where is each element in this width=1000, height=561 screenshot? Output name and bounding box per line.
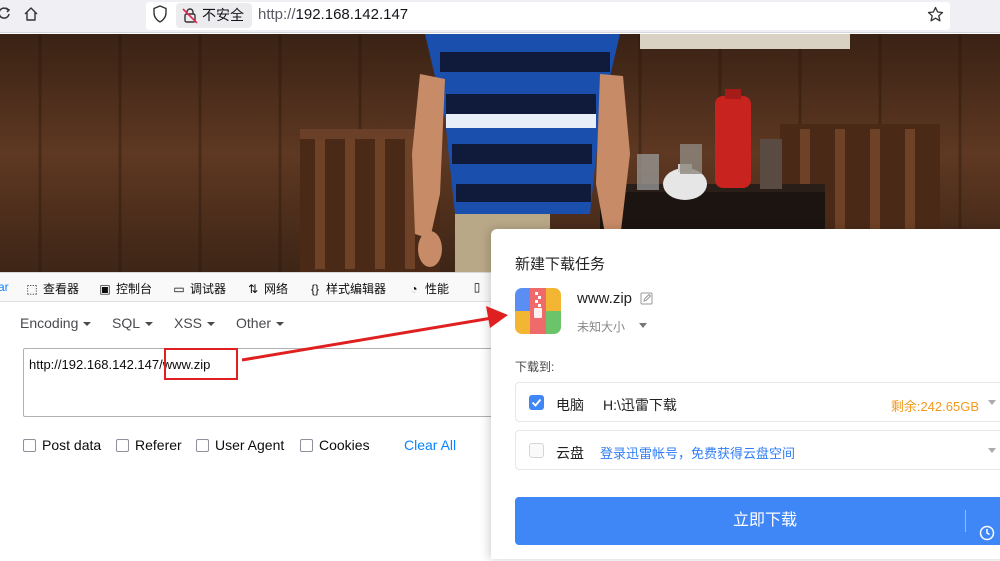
button-divider (965, 510, 966, 532)
tab-label: ar (0, 280, 9, 294)
tab-memory-icon[interactable]: ▯ (470, 280, 488, 294)
sql-menu[interactable]: SQL (112, 315, 154, 331)
performance-icon: ◔ (410, 282, 418, 296)
tab-debugger[interactable]: ▭ 调试器 (172, 280, 226, 297)
menu-label: Other (236, 315, 272, 331)
connection-insecure-button[interactable]: 不安全 (176, 3, 252, 28)
checkbox-box (196, 439, 209, 452)
tab-style-editor[interactable]: {} 样式编辑器 (308, 280, 386, 297)
chevron-down-icon[interactable] (988, 400, 996, 405)
encoding-menu[interactable]: Encoding (20, 315, 92, 331)
url-text[interactable]: http://192.168.142.147 (258, 6, 408, 23)
clear-all-button[interactable]: Clear All (404, 437, 456, 453)
location-name: 电脑 (556, 397, 584, 413)
location-path: H:\迅雷下载 (603, 397, 677, 413)
checkbox-label: User Agent (215, 437, 285, 453)
shield-icon[interactable] (150, 5, 170, 25)
user-agent-checkbox[interactable]: User Agent (196, 437, 284, 453)
browser-toolbar: 不安全 http://192.168.142.147 (0, 0, 1000, 33)
edit-pencil-icon[interactable] (640, 292, 653, 310)
tab-label: 控制台 (116, 282, 153, 296)
xss-menu[interactable]: XSS (174, 315, 216, 331)
debugger-icon: ▭ (173, 282, 185, 296)
tab-console[interactable]: ▣ 控制台 (98, 280, 152, 297)
zip-file-icon (515, 288, 561, 334)
insecure-lock-icon (182, 8, 198, 24)
tab-performance[interactable]: ◔ 性能 (407, 280, 449, 297)
button-label: 立即下载 (732, 512, 797, 529)
location-row-cloud[interactable]: 云盘 登录迅雷帐号，免费获得云盘空间 (515, 430, 1000, 470)
inspector-icon: ⬚ (26, 282, 38, 296)
memory-icon: ▯ (473, 280, 481, 294)
location-checkbox-checked[interactable] (529, 395, 544, 410)
file-size: 未知大小 (577, 320, 626, 334)
tab-hackbar-fragment[interactable]: ar (0, 280, 9, 294)
location-name: 云盘 (556, 445, 584, 461)
menu-label: XSS (174, 315, 203, 331)
checkbox-box (116, 439, 129, 452)
network-icon: ⇅ (247, 282, 259, 296)
chevron-down-icon[interactable] (988, 448, 996, 453)
tab-inspector[interactable]: ⬚ 查看器 (25, 280, 79, 297)
menu-label: SQL (112, 315, 141, 331)
chevron-down-icon (207, 322, 216, 327)
location-row-pc[interactable]: 电脑 H:\迅雷下载 剩余:242.65GB (515, 382, 1000, 422)
bookmark-star-icon[interactable] (925, 6, 945, 26)
reload-icon[interactable] (0, 6, 14, 26)
hackbar-url-input[interactable]: http://192.168.142.147/www.zip (23, 348, 503, 417)
tab-label: 性能 (425, 282, 450, 296)
checkbox-label: Cookies (319, 437, 370, 453)
annotation-highlight-box (164, 348, 238, 380)
tab-label: 网络 (264, 282, 289, 296)
chevron-down-icon (145, 322, 154, 327)
referer-checkbox[interactable]: Referer (116, 437, 182, 453)
location-checkbox-unchecked[interactable] (529, 443, 544, 458)
chevron-down-icon (276, 322, 285, 327)
url-host: 192.168.142.147 (295, 6, 409, 23)
chevron-down-icon[interactable] (639, 323, 647, 328)
style-editor-icon: {} (310, 282, 319, 296)
post-data-checkbox[interactable]: Post data (23, 437, 101, 453)
login-cloud-link[interactable]: 登录迅雷帐号，免费获得云盘空间 (600, 443, 795, 462)
other-menu[interactable]: Other (236, 315, 285, 331)
checkbox-box (300, 439, 313, 452)
console-icon: ▣ (99, 282, 111, 296)
file-name: www.zip (577, 290, 633, 307)
chevron-down-icon (83, 322, 92, 327)
menu-label: Encoding (20, 315, 79, 331)
cookies-checkbox[interactable]: Cookies (300, 437, 370, 453)
tab-label: 查看器 (43, 282, 80, 296)
download-task-dialog: 新建下载任务 www.zip 未知大小 下载到: 电脑 H:\迅雷下载 剩余:2… (491, 229, 1000, 559)
insecure-label: 不安全 (202, 7, 244, 23)
tab-label: 样式编辑器 (326, 282, 387, 296)
free-space: 剩余:242.65GB (890, 399, 979, 414)
clock-icon[interactable] (979, 513, 995, 561)
checkbox-box (23, 439, 36, 452)
download-to-label: 下载到: (515, 360, 555, 374)
checkbox-label: Post data (42, 437, 102, 453)
tab-label: 调试器 (190, 282, 227, 296)
checkbox-label: Referer (135, 437, 182, 453)
dialog-title: 新建下载任务 (515, 256, 606, 273)
home-icon[interactable] (21, 6, 41, 26)
check-icon (531, 398, 542, 407)
tab-network[interactable]: ⇅ 网络 (246, 280, 288, 297)
download-now-button[interactable]: 立即下载 (515, 497, 1000, 545)
url-scheme: http:// (258, 6, 296, 23)
